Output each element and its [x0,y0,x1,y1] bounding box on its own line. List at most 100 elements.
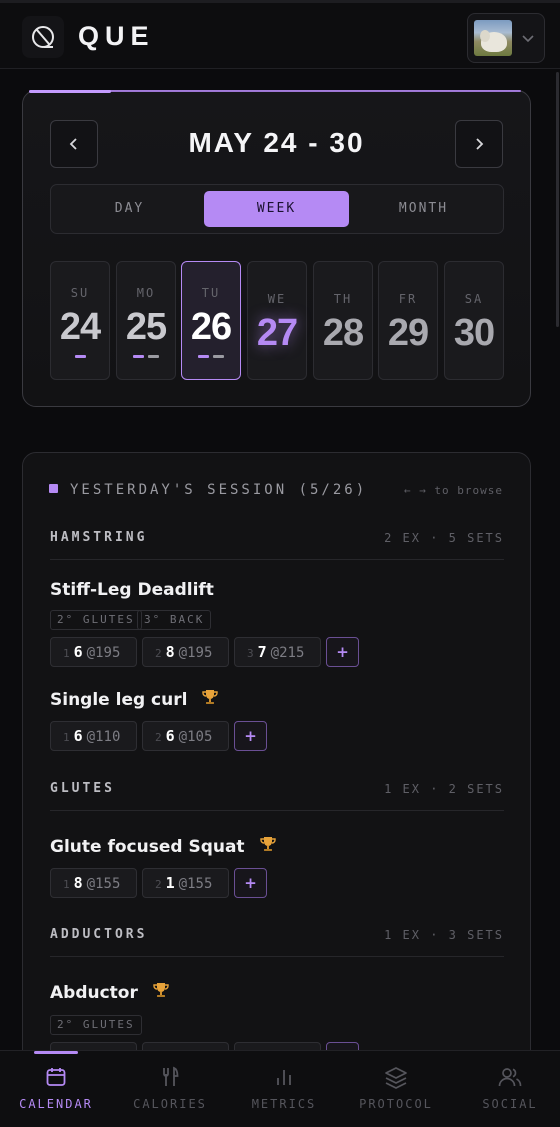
set-pill[interactable]: 1 6 @110 [50,721,137,751]
set-weight: @195 [178,645,213,661]
set-reps: 1 [165,874,175,892]
exercise-name[interactable]: Abductor [50,981,170,1003]
brand-name: QUE [78,21,155,51]
tab-label: PROTOCOL [359,1097,433,1111]
set-weight: @215 [270,645,305,661]
app-header: QUE [0,0,560,69]
set-reps: 6 [73,727,83,745]
exercise-name[interactable]: Single leg curl [50,688,219,710]
view-month-tab[interactable]: MONTH [351,191,496,227]
set-pill[interactable]: 3 7 @215 [234,637,321,667]
set-reps: 7 [257,643,267,661]
day-cell-tuesday[interactable]: TU 26 [181,261,241,380]
profile-menu-button[interactable] [467,13,545,63]
view-day-tab[interactable]: DAY [57,191,202,227]
bar-chart-icon [277,1070,291,1085]
muscle-group-header: GLUTES 1 EX · 2 SETS [50,781,504,811]
day-date: 29 [387,312,429,354]
accent-square-icon [49,484,58,493]
logo[interactable] [22,16,64,58]
day-cell-thursday[interactable]: TH 28 [313,261,373,380]
tab-label: CALORIES [133,1097,207,1111]
view-week-tab[interactable]: WEEK [204,191,349,227]
tab-calendar[interactable]: CALENDAR [0,1051,112,1127]
tab-social[interactable]: SOCIAL [452,1051,560,1127]
secondary-muscle-tag: 3° BACK [137,610,212,630]
muscle-group-name: ADDUCTORS [50,927,148,942]
day-cell-sunday[interactable]: SU 24 [50,261,110,380]
day-cell-monday[interactable]: MO 25 [116,261,176,380]
day-name: MO [136,286,156,300]
add-set-button[interactable]: + [234,868,267,898]
session-indicator [182,355,240,358]
set-pill[interactable]: 2 1 @155 [142,868,229,898]
muscle-group-header: ADDUCTORS 1 EX · 3 SETS [50,927,504,957]
set-reps: 8 [165,643,175,661]
tab-label: CALENDAR [19,1097,93,1111]
set-weight: @105 [178,729,213,745]
set-pill[interactable]: 1 8 @155 [50,868,137,898]
add-set-button[interactable]: + [234,721,267,751]
day-name: TU [201,286,221,300]
day-date: 25 [125,306,167,348]
set-reps: 6 [73,643,83,661]
day-name: TH [333,292,353,306]
scrollbar[interactable] [556,72,559,327]
active-tab-indicator [34,1051,78,1054]
muscle-group-meta: 1 EX · 3 SETS [384,928,504,942]
muscle-group-name: HAMSTRING [50,530,148,545]
avatar [474,20,512,56]
day-date: 28 [322,312,364,354]
set-pill[interactable]: 2 8 @195 [142,637,229,667]
day-date: 26 [190,306,232,348]
tab-protocol[interactable]: PROTOCOL [340,1051,452,1127]
day-name: WE [267,292,287,306]
secondary-muscle-tag: 2° GLUTES [50,610,142,630]
session-title-text: YESTERDAY'S SESSION (5/26) [70,482,368,498]
set-index: 3 [247,647,254,660]
date-range-title: MAY 24 - 30 [188,127,365,158]
muscle-group-meta: 1 EX · 2 SETS [384,782,504,796]
exercise-name[interactable]: Glute focused Squat [50,835,277,857]
day-cell-wednesday[interactable]: WE 27 [247,261,307,380]
set-index: 2 [155,647,162,660]
tab-label: SOCIAL [482,1097,538,1111]
exercise-name-text: Glute focused Squat [50,837,245,857]
trophy-icon [153,983,169,997]
set-pill[interactable]: 2 6 @105 [142,721,229,751]
add-set-button[interactable]: + [326,637,359,667]
session-title: YESTERDAY'S SESSION (5/26) [49,482,367,498]
tab-calories[interactable]: CALORIES [112,1051,228,1127]
day-name: SA [464,292,484,306]
set-weight: @110 [86,729,121,745]
day-date: 27 [256,312,298,354]
day-date: 24 [59,306,101,348]
set-reps: 8 [73,874,83,892]
logo-icon [32,26,54,48]
set-weight: @195 [86,645,121,661]
fork-knife-icon [163,1066,179,1086]
bottom-navigation: CALENDAR CALORIES METRICS PROTOCOL SOCIA… [0,1050,560,1127]
day-cell-friday[interactable]: FR 29 [378,261,438,380]
view-toggle: DAY WEEK MONTH [50,184,504,234]
set-index: 1 [63,731,70,744]
chevron-right-icon [476,138,484,150]
set-reps: 6 [165,727,175,745]
trophy-icon [202,690,219,704]
week-calendar-card: MAY 24 - 30 DAY WEEK MONTH SU 24 MO 25 T… [22,90,531,407]
tab-label: METRICS [251,1097,317,1111]
calendar-icon [46,1068,66,1086]
tab-metrics[interactable]: METRICS [228,1051,340,1127]
exercise-name[interactable]: Stiff-Leg Deadlift [50,580,214,600]
set-pill[interactable]: 1 6 @195 [50,637,137,667]
users-icon [498,1068,522,1087]
day-date: 30 [453,312,495,354]
day-cell-saturday[interactable]: SA 30 [444,261,504,380]
set-index: 1 [63,647,70,660]
set-weight: @155 [178,876,213,892]
muscle-group-name: GLUTES [50,781,115,796]
set-weight: @155 [86,876,121,892]
layers-icon [385,1067,407,1089]
card-accent-highlight [29,90,111,93]
next-week-button[interactable] [455,120,503,168]
